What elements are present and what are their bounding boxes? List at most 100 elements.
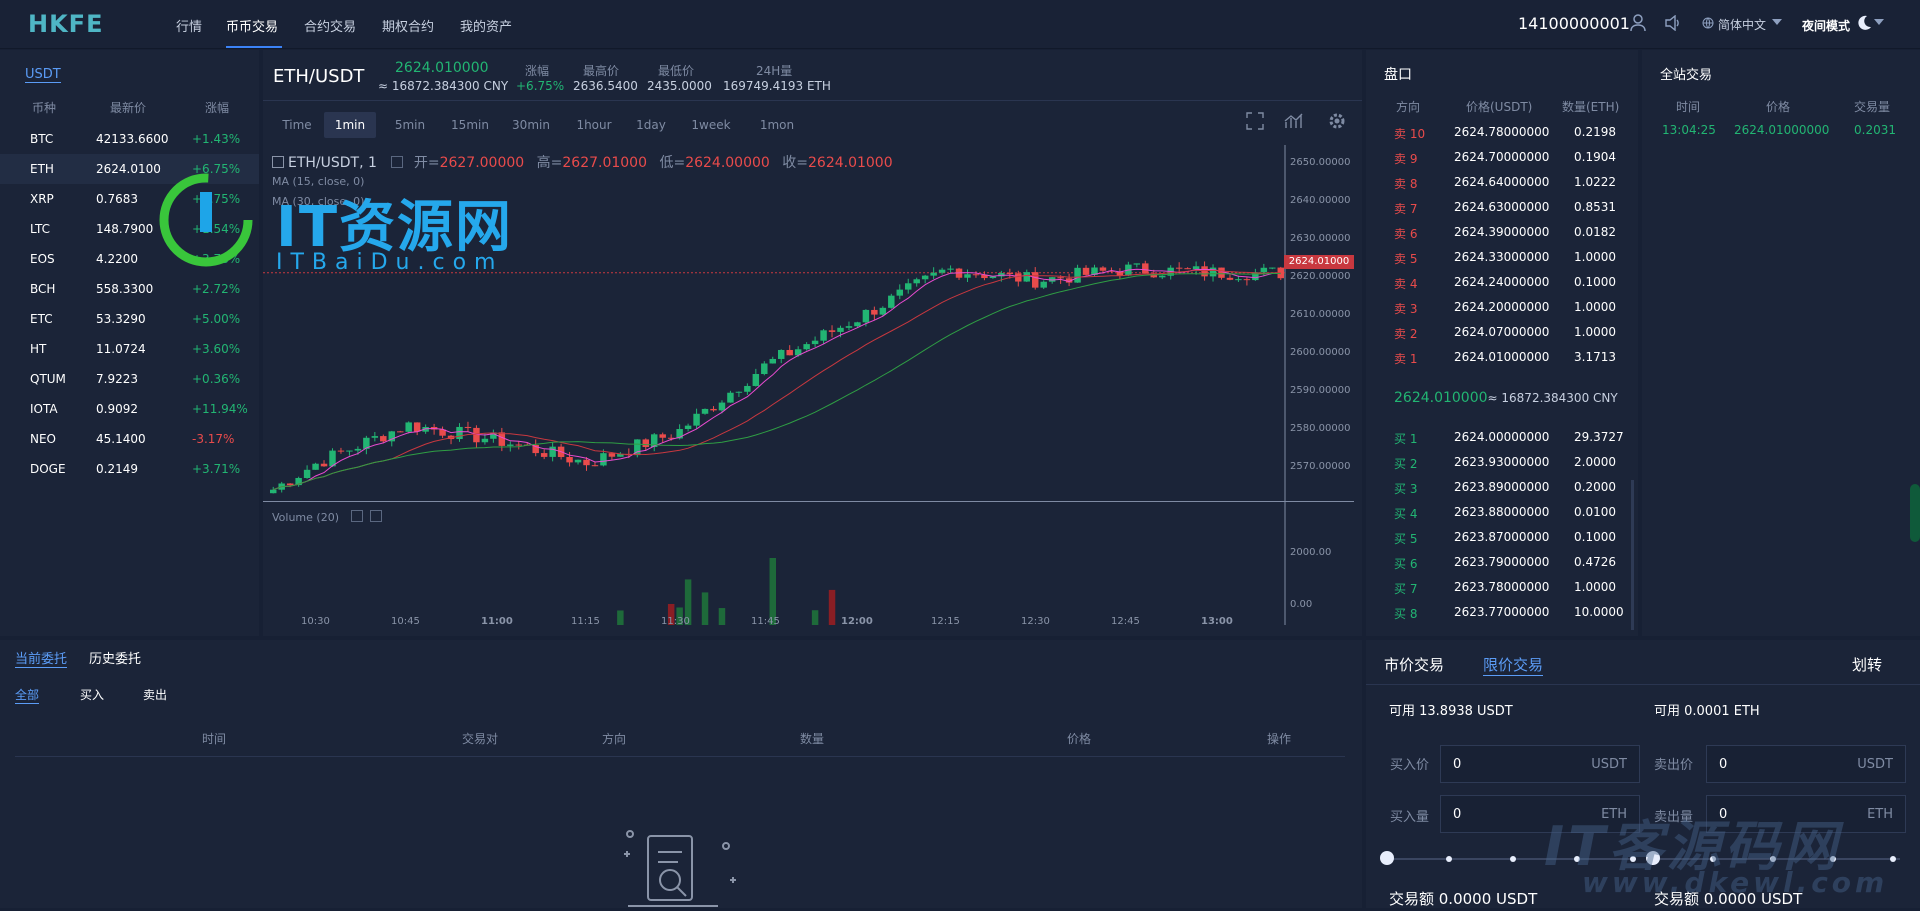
- market-change: +11.94%: [192, 402, 248, 416]
- fullscreen-icon[interactable]: [1246, 112, 1264, 130]
- bid-row[interactable]: 买 4 2623.88000000 0.0100: [1366, 499, 1638, 524]
- bid-price: 2623.88000000: [1454, 505, 1550, 519]
- nav-spot[interactable]: 币币交易: [226, 16, 278, 35]
- bid-row[interactable]: 买 5 2623.87000000 0.1000: [1366, 524, 1638, 549]
- tab-market-trade[interactable]: 市价交易: [1384, 654, 1444, 675]
- ask-qty: 1.0000: [1574, 300, 1616, 314]
- slider-step[interactable]: [1890, 856, 1896, 862]
- candle-body: [464, 426, 472, 428]
- settings-icon[interactable]: [1328, 112, 1346, 130]
- market-row[interactable]: BCH 558.3300 +2.72%: [0, 274, 259, 304]
- ob-mid: 2624.010000≈ 16872.384300 CNY: [1394, 390, 1618, 406]
- scrollbar[interactable]: [1631, 480, 1634, 630]
- account-id[interactable]: 14100000001: [1518, 14, 1630, 33]
- candle-body: [1209, 267, 1217, 277]
- speaker-icon[interactable]: [1664, 14, 1682, 32]
- nav-options[interactable]: 期权合约: [382, 16, 434, 35]
- high-label: 最高价: [583, 64, 620, 78]
- timeframe-button[interactable]: 1day: [630, 112, 672, 138]
- theme-toggle[interactable]: 夜间模式: [1802, 17, 1850, 34]
- ask-row[interactable]: 卖 5 2624.33000000 1.0000: [1366, 244, 1638, 269]
- mid-price: 2624.010000: [1394, 390, 1488, 406]
- ask-row[interactable]: 卖 1 2624.01000000 3.1713: [1366, 344, 1638, 369]
- timeframe-button[interactable]: 1min: [324, 112, 376, 138]
- tab-current-orders[interactable]: 当前委托: [15, 648, 68, 668]
- market-row[interactable]: NEO 45.1400 -3.17%: [0, 424, 259, 454]
- candle-body: [964, 274, 971, 278]
- timeframe-button[interactable]: 15min: [444, 112, 496, 138]
- market-row[interactable]: ETC 53.3290 +5.00%: [0, 304, 259, 334]
- candle-body: [769, 358, 776, 364]
- ask-side: 卖 10: [1394, 127, 1426, 141]
- ask-row[interactable]: 卖 2 2624.07000000 1.0000: [1366, 319, 1638, 344]
- nav-assets[interactable]: 我的资产: [460, 16, 512, 35]
- sell-price-input[interactable]: 0 USDT: [1706, 745, 1906, 783]
- ask-row[interactable]: 卖 6 2624.39000000 0.0182: [1366, 219, 1638, 244]
- slider-step[interactable]: [1510, 856, 1516, 862]
- tr-col-qty: 交易量: [1854, 100, 1891, 114]
- candle-body: [921, 275, 929, 280]
- nav-contract[interactable]: 合约交易: [304, 16, 356, 35]
- time-tick: 11:30: [661, 616, 690, 627]
- scrollbar[interactable]: [1910, 484, 1920, 542]
- timeframe-button[interactable]: 30min: [507, 112, 555, 138]
- candle-body: [854, 322, 861, 327]
- ask-side: 卖 9: [1394, 152, 1418, 166]
- change-label: 涨幅: [525, 64, 550, 78]
- candle-body: [684, 425, 692, 430]
- market-row[interactable]: BTC 42133.6600 +1.43%: [0, 124, 259, 154]
- buy-price-input[interactable]: 0 USDT: [1440, 745, 1640, 783]
- close-icon[interactable]: [370, 510, 382, 522]
- market-row[interactable]: DOGE 0.2149 +3.71%: [0, 454, 259, 484]
- chart-divider: [263, 501, 1354, 502]
- bid-row[interactable]: 买 7 2623.78000000 1.0000: [1366, 574, 1638, 599]
- bid-qty: 0.4726: [1574, 555, 1616, 569]
- bid-side: 买 2: [1394, 457, 1418, 471]
- tab-history-orders[interactable]: 历史委托: [89, 648, 141, 667]
- buy-slider-handle[interactable]: [1380, 851, 1394, 865]
- bid-row[interactable]: 买 8 2623.77000000 10.0000: [1366, 599, 1638, 624]
- bid-row[interactable]: 买 1 2624.00000000 29.3727: [1366, 424, 1638, 449]
- ask-side: 卖 3: [1394, 302, 1418, 316]
- bid-row[interactable]: 买 2 2623.93000000 2.0000: [1366, 449, 1638, 474]
- ask-row[interactable]: 卖 7 2624.63000000 0.8531: [1366, 194, 1638, 219]
- candle-body: [701, 408, 709, 414]
- price-tick: 2610.00000: [1290, 309, 1351, 320]
- timeframe-button[interactable]: 1hour: [568, 112, 620, 138]
- market-row[interactable]: IOTA 0.9092 +11.94%: [0, 394, 259, 424]
- timeframe-button[interactable]: 1week: [685, 112, 737, 138]
- user-icon[interactable]: [1630, 14, 1646, 32]
- time-tick: 13:00: [1201, 616, 1233, 627]
- language-select[interactable]: 简体中文: [1718, 16, 1766, 33]
- filter-sell[interactable]: 卖出: [143, 686, 167, 703]
- ask-row[interactable]: 卖 8 2624.64000000 1.0222: [1366, 169, 1638, 194]
- ask-row[interactable]: 卖 10 2624.78000000 0.2198: [1366, 119, 1638, 144]
- candle-body: [413, 422, 421, 432]
- bid-row[interactable]: 买 6 2623.79000000 0.4726: [1366, 549, 1638, 574]
- nav-market[interactable]: 行情: [176, 16, 202, 35]
- moon-icon[interactable]: [1856, 15, 1872, 31]
- volume-bar: [828, 589, 836, 625]
- logo[interactable]: HKFE: [28, 10, 148, 40]
- market-row[interactable]: QTUM 7.9223 +0.36%: [0, 364, 259, 394]
- orderbook-title: 盘口: [1384, 67, 1412, 83]
- timeframe-button[interactable]: 1mon: [754, 112, 800, 138]
- ask-row[interactable]: 卖 3 2624.20000000 1.0000: [1366, 294, 1638, 319]
- ask-row[interactable]: 卖 9 2624.70000000 0.1904: [1366, 144, 1638, 169]
- filter-all[interactable]: 全部: [15, 686, 40, 704]
- market-tab-usdt[interactable]: USDT: [25, 67, 61, 83]
- tab-limit-trade[interactable]: 限价交易: [1483, 654, 1544, 676]
- slider-step[interactable]: [1446, 856, 1452, 862]
- settings-icon[interactable]: [350, 510, 363, 522]
- timeframe-button[interactable]: Time: [279, 112, 315, 138]
- bid-row[interactable]: 买 3 2623.89000000 0.2000: [1366, 474, 1638, 499]
- timeframe-button[interactable]: 5min: [384, 112, 436, 138]
- transfer-button[interactable]: 划转: [1852, 654, 1882, 675]
- indicator-icon[interactable]: [1284, 112, 1304, 130]
- ask-price: 2624.24000000: [1454, 275, 1550, 289]
- ask-row[interactable]: 卖 4 2624.24000000 0.1000: [1366, 269, 1638, 294]
- buy-available: 可用 13.8938 USDT: [1389, 704, 1513, 719]
- market-row[interactable]: HT 11.0724 +3.60%: [0, 334, 259, 364]
- market-price: 11.0724: [96, 342, 146, 356]
- filter-buy[interactable]: 买入: [80, 686, 104, 703]
